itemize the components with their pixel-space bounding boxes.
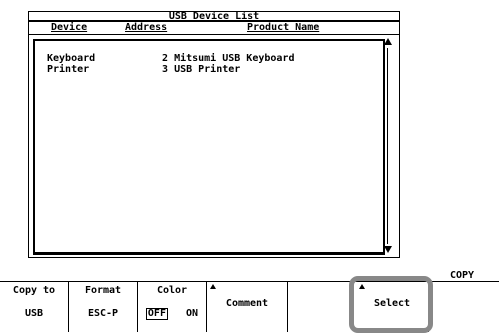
empty-softkey xyxy=(288,282,356,332)
column-header-product-name: Product Name xyxy=(247,22,320,33)
color-softkey[interactable]: Color OFF ON xyxy=(138,282,207,332)
device-list[interactable]: Keyboard 2 Mitsumi USB Keyboard Printer … xyxy=(33,39,385,255)
color-label: Color xyxy=(156,285,188,296)
column-header-address: Address xyxy=(125,22,168,33)
copy-to-value: USB xyxy=(24,308,44,319)
list-scrollbar[interactable] xyxy=(383,36,395,255)
device-name: Keyboard xyxy=(47,53,96,64)
scroll-track[interactable] xyxy=(387,48,388,244)
column-header-bar: Device Address Product Name xyxy=(28,20,400,35)
color-off-option[interactable]: OFF xyxy=(145,308,168,320)
scroll-up-arrow-icon[interactable] xyxy=(384,38,392,45)
scroll-down-arrow-icon[interactable] xyxy=(384,246,392,253)
comment-label: Comment xyxy=(225,298,269,309)
color-on-option[interactable]: ON xyxy=(186,308,198,319)
device-info: 2 Mitsumi USB Keyboard xyxy=(162,53,295,64)
color-options: OFF ON xyxy=(138,308,206,320)
format-softkey[interactable]: Format ESC-P xyxy=(69,282,138,332)
device-name: Printer xyxy=(47,64,90,75)
format-label: Format xyxy=(84,285,122,296)
select-highlight-frame xyxy=(349,276,433,333)
copy-to-softkey[interactable]: Copy to USB xyxy=(0,282,69,332)
format-value: ESC-P xyxy=(87,308,119,319)
device-info: 3 USB Printer xyxy=(162,64,241,75)
comment-softkey[interactable]: Comment xyxy=(207,282,288,332)
submenu-arrow-icon xyxy=(210,284,216,289)
column-header-device: Device xyxy=(51,22,88,33)
copy-to-label: Copy to xyxy=(12,285,56,296)
